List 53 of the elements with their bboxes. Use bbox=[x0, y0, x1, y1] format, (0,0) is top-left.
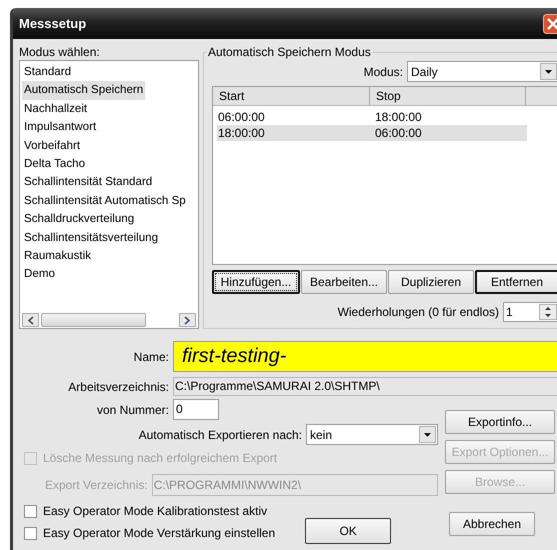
checkbox-label: Easy Operator Mode Kalibrationstest aktiv bbox=[43, 504, 268, 518]
scrollbar-thumb[interactable] bbox=[41, 313, 146, 327]
action-button[interactable]: Duplizieren bbox=[388, 270, 474, 294]
name-label: Name: bbox=[132, 350, 169, 364]
column-header[interactable]: Stop bbox=[370, 87, 526, 105]
table-cell-text: 06:00:00 bbox=[217, 109, 266, 125]
mode-label: Modus: bbox=[364, 64, 403, 78]
checkbox-label: Lösche Messung nach erfolgreichem Export bbox=[43, 451, 278, 465]
export-dropdown[interactable]: kein bbox=[306, 424, 438, 445]
list-item[interactable]: Demo bbox=[22, 265, 57, 284]
list-item[interactable]: Raumakustik bbox=[22, 246, 94, 266]
list-item[interactable]: Vorbeifahrt bbox=[22, 136, 82, 155]
list-label: Modus wählen: bbox=[19, 45, 101, 59]
workdir-label: Arbeitsverzeichnis: bbox=[67, 380, 169, 394]
action-button[interactable]: Bearbeiten... bbox=[301, 270, 387, 294]
list-item[interactable]: Schallintensitätsverteilung bbox=[22, 228, 160, 247]
scroll-left-icon[interactable] bbox=[22, 313, 39, 327]
list-item[interactable]: Automatisch Speichern bbox=[22, 81, 146, 100]
window-title: Messsetup bbox=[19, 16, 86, 31]
table-cell-text: 06:00:00 bbox=[374, 125, 423, 141]
table-cell-text: 18:00:00 bbox=[374, 109, 423, 125]
list-item[interactable]: Schallintensität Automatisch Sp bbox=[22, 192, 188, 210]
spinner-icon bbox=[539, 304, 557, 320]
table-cell-text: 18:00:00 bbox=[217, 125, 266, 141]
name-field[interactable]: first-testing- bbox=[173, 341, 557, 372]
list-item[interactable]: Schalldruckverteilung bbox=[22, 210, 136, 229]
checkbox[interactable] bbox=[24, 504, 37, 518]
repeat-field[interactable]: 1 bbox=[503, 302, 557, 322]
side-button[interactable]: Exportinfo... bbox=[445, 410, 555, 434]
workdir-field[interactable]: C:\Programme\SAMURAI 2.0\SHTMP\ bbox=[173, 377, 557, 396]
number-field[interactable]: 0 bbox=[173, 399, 219, 420]
table-row[interactable]: 06:00:00 18:00:00 bbox=[217, 109, 527, 125]
number-label: von Nummer: bbox=[96, 402, 169, 416]
mode-dropdown[interactable]: Daily bbox=[407, 61, 557, 82]
list-item[interactable]: Delta Tacho bbox=[22, 154, 88, 174]
repeat-label: Wiederholungen (0 für endlos) bbox=[338, 305, 499, 319]
cancel-button[interactable]: Abbrechen bbox=[449, 512, 535, 536]
list-item[interactable]: Standard bbox=[22, 63, 74, 82]
action-button[interactable]: Hinzufügen... bbox=[212, 270, 300, 294]
column-header[interactable]: Start bbox=[213, 87, 370, 105]
list-item[interactable]: Impulsantwort bbox=[22, 118, 98, 137]
group-title: Automatisch Speichern Modus bbox=[207, 45, 372, 59]
export-dir-label: Export Verzeichnis: bbox=[44, 478, 148, 492]
checkbox-label: Easy Operator Mode Verstärkung einstellen bbox=[43, 526, 276, 540]
list-item[interactable]: Nachhallzeit bbox=[22, 100, 90, 118]
action-button[interactable]: Entfernen bbox=[475, 270, 557, 294]
ok-button[interactable]: OK bbox=[305, 518, 392, 544]
list-item[interactable]: Schallintensität Standard bbox=[22, 173, 154, 192]
checkbox[interactable] bbox=[24, 526, 37, 540]
scroll-right-icon[interactable] bbox=[179, 313, 196, 327]
table-row[interactable]: 18:00:00 06:00:00 bbox=[217, 125, 527, 141]
close-icon[interactable] bbox=[543, 14, 557, 34]
export-label: Automatisch Exportieren nach: bbox=[138, 428, 302, 442]
